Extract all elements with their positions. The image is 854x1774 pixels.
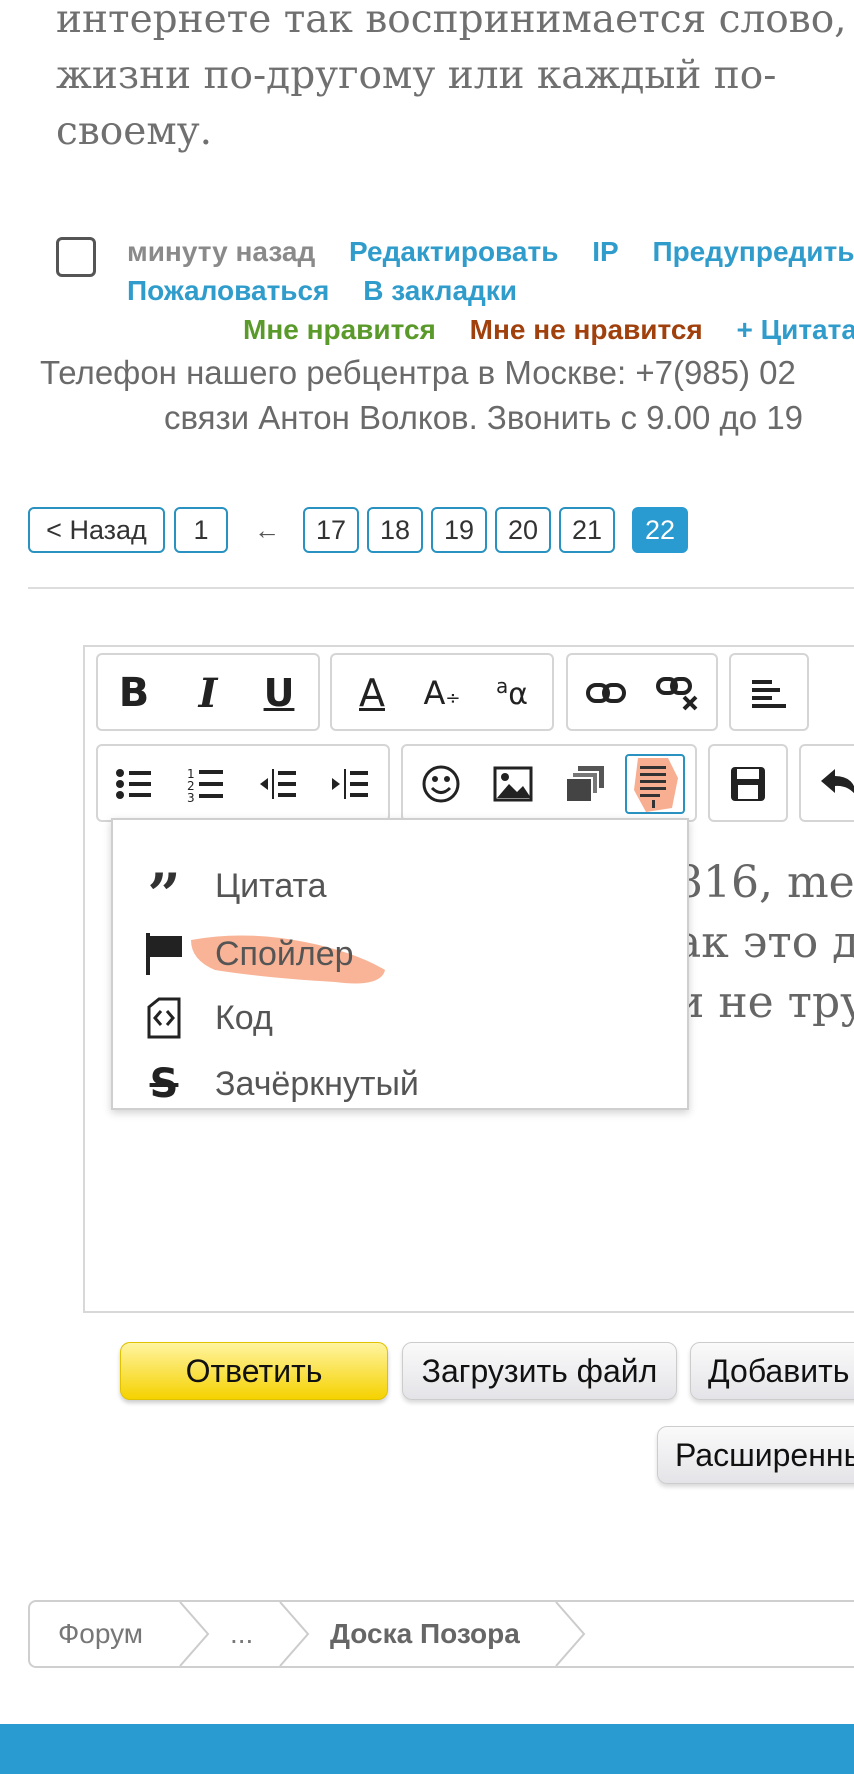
quote-link[interactable]: + Цитата bbox=[737, 314, 854, 345]
quote-icon: ” bbox=[147, 861, 181, 929]
undo-group bbox=[799, 744, 854, 822]
post-actions-row-1: минуту назад Редактировать IP Предупреди… bbox=[127, 236, 854, 268]
insert-tags-dropdown: ” Цитата Спойлер Код S Зачёркнутый bbox=[111, 818, 689, 1110]
page-17-button[interactable]: 17 bbox=[303, 507, 359, 553]
format-group: B I U bbox=[96, 653, 320, 731]
indent-icon[interactable] bbox=[320, 754, 380, 814]
select-post-checkbox[interactable] bbox=[56, 237, 96, 277]
bookmark-link[interactable]: В закладки bbox=[363, 275, 517, 306]
advanced-button[interactable]: Расширенны bbox=[657, 1426, 854, 1484]
post-line: жизни по-другому или каждый по- bbox=[56, 53, 777, 98]
divider bbox=[28, 587, 854, 589]
outdent-icon[interactable] bbox=[248, 754, 308, 814]
list-group: 123 bbox=[96, 744, 390, 822]
undo-icon[interactable] bbox=[809, 754, 854, 814]
breadcrumb-separator-icon bbox=[555, 1602, 586, 1666]
warn-link[interactable]: Предупредить bbox=[652, 236, 854, 267]
menu-item-label: Зачёркнутый bbox=[215, 1065, 419, 1103]
save-icon[interactable] bbox=[718, 754, 778, 814]
bold-icon[interactable]: B bbox=[104, 663, 164, 723]
menu-item-spoiler[interactable]: Спойлер bbox=[113, 924, 687, 984]
dislike-link[interactable]: Мне не нравится bbox=[470, 314, 703, 345]
insert-group bbox=[401, 744, 697, 822]
smiley-icon[interactable] bbox=[411, 754, 471, 814]
font-size-icon[interactable]: A÷ bbox=[412, 663, 472, 723]
font-family-icon[interactable]: aα bbox=[482, 663, 542, 723]
video-icon[interactable] bbox=[555, 754, 615, 814]
page-1-button[interactable]: 1 bbox=[174, 507, 228, 553]
editor-text-line: 816, men bbox=[675, 857, 854, 908]
strikethrough-icon: S bbox=[149, 1061, 179, 1107]
insert-tags-icon[interactable] bbox=[625, 754, 685, 814]
signature-line-1: Телефон нашего ребцентра в Москве: +7(98… bbox=[40, 354, 796, 391]
menu-item-code[interactable]: Код bbox=[113, 988, 687, 1048]
post-line: своему. bbox=[56, 109, 213, 154]
post-time: минуту назад bbox=[127, 236, 316, 267]
italic-icon[interactable]: I bbox=[178, 663, 238, 723]
breadcrumb-separator-icon bbox=[279, 1602, 310, 1666]
post-text: интернете так воспринимается слово, в жи… bbox=[56, 0, 854, 160]
font-color-icon[interactable]: A bbox=[342, 663, 402, 723]
signature-line-2: связи Антон Волков. Звонить с 9.00 до 19 bbox=[164, 399, 804, 436]
breadcrumb-current: Доска Позора bbox=[330, 1618, 520, 1649]
breadcrumb-separator-icon bbox=[179, 1602, 210, 1666]
page-18-button[interactable]: 18 bbox=[367, 507, 423, 553]
editor-text-line: ак это де bbox=[675, 917, 854, 968]
page-19-button[interactable]: 19 bbox=[431, 507, 487, 553]
underline-icon[interactable]: U bbox=[249, 663, 309, 723]
svg-text:3: 3 bbox=[187, 791, 195, 802]
page-21-button[interactable]: 21 bbox=[559, 507, 615, 553]
menu-item-strikethrough[interactable]: S Зачёркнутый bbox=[113, 1054, 687, 1114]
breadcrumb-forum[interactable]: Форум bbox=[58, 1602, 143, 1666]
post-line: интернете так воспринимается слово, в bbox=[56, 0, 854, 42]
edit-link[interactable]: Редактировать bbox=[349, 236, 558, 267]
menu-item-label: Спойлер bbox=[215, 935, 354, 973]
like-link[interactable]: Мне нравится bbox=[243, 314, 436, 345]
post-actions-row-2: Пожаловаться В закладки bbox=[127, 275, 543, 307]
footer-bar bbox=[0, 1724, 854, 1774]
save-group bbox=[708, 744, 788, 822]
numbered-list-icon[interactable]: 123 bbox=[176, 754, 236, 814]
align-group bbox=[729, 653, 809, 731]
link-group bbox=[566, 653, 718, 731]
page-gap-arrow: ← bbox=[254, 515, 280, 545]
page-22-current[interactable]: 22 bbox=[632, 507, 688, 553]
reply-button[interactable]: Ответить bbox=[120, 1342, 388, 1400]
menu-item-label: Цитата bbox=[215, 867, 327, 905]
editor-text-line: и не тру bbox=[675, 977, 854, 1028]
flag-icon bbox=[141, 933, 187, 975]
image-icon[interactable] bbox=[483, 754, 543, 814]
complain-link[interactable]: Пожаловаться bbox=[127, 275, 329, 306]
align-icon[interactable] bbox=[739, 663, 799, 723]
menu-item-quote[interactable]: ” Цитата bbox=[113, 856, 687, 929]
add-button[interactable]: Добавить bbox=[690, 1342, 854, 1400]
post-reactions-row: Мне нравится Мне не нравится + Цитата bbox=[243, 314, 854, 346]
unlink-icon[interactable] bbox=[648, 663, 708, 723]
link-icon[interactable] bbox=[576, 663, 636, 723]
breadcrumb: Форум ... Доска Позора bbox=[28, 1600, 854, 1668]
menu-item-label: Код bbox=[215, 999, 273, 1037]
upload-file-button[interactable]: Загрузить файл bbox=[402, 1342, 677, 1400]
page-20-button[interactable]: 20 bbox=[495, 507, 551, 553]
font-group: A A÷ aα bbox=[330, 653, 554, 731]
bullet-list-icon[interactable] bbox=[104, 754, 164, 814]
code-icon bbox=[141, 997, 187, 1039]
prev-page-button[interactable]: < Назад bbox=[28, 507, 165, 553]
breadcrumb-dots[interactable]: ... bbox=[230, 1602, 253, 1666]
ip-link[interactable]: IP bbox=[592, 236, 618, 267]
